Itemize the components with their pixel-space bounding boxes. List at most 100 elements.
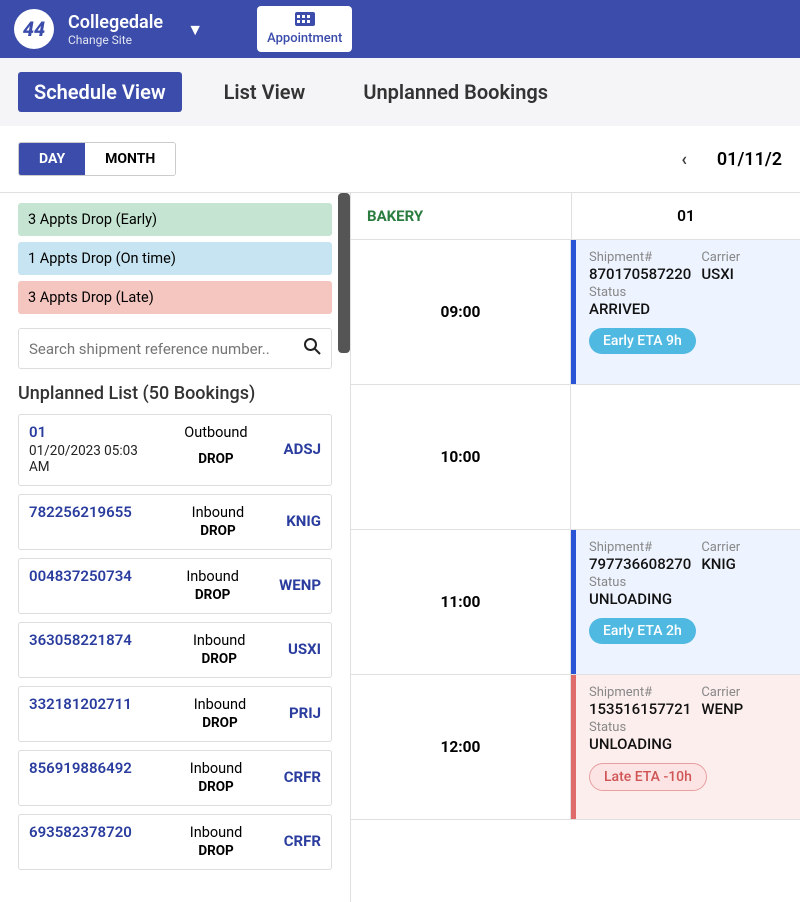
booking-carrier: CRFR [284,768,321,786]
eta-badge: Late ETA -10h [589,763,707,791]
shipment-label: Shipment# [589,685,691,700]
booking-carrier: USXI [288,640,321,658]
booking-id: 01 [29,423,148,441]
status-label: Status [589,575,791,590]
shipment-label: Shipment# [589,540,691,555]
carrier-code: KNIG [701,555,791,573]
carrier-label: Carrier [701,250,791,265]
chevron-down-icon: ▼ [187,20,203,40]
prev-day-button[interactable]: ‹ [681,149,687,170]
booking-drop: DROP [156,779,275,795]
tab-schedule-view[interactable]: Schedule View [18,72,182,112]
main-content: 3 Appts Drop (Early) 1 Appts Drop (On ti… [0,192,800,902]
search-icon [303,337,321,360]
appointment-button[interactable]: Appointment [257,6,352,52]
shipment-number: 797736608270 [589,555,691,573]
schedule-grid: BAKERY 01 09:00Shipment#870170587220Carr… [350,192,800,902]
shipment-number: 153516157721 [589,700,691,718]
status-stripe [571,240,576,384]
toggle-month[interactable]: MONTH [85,143,175,175]
carrier-code: USXI [701,265,791,283]
carrier-code: WENP [701,700,791,718]
booking-id: 363058221874 [29,631,150,649]
booking-drop: DROP [156,843,275,859]
calendar-icon [295,10,315,29]
search-input[interactable] [29,340,303,358]
booking-drop: DROP [159,715,281,731]
carrier-label: Carrier [701,540,791,555]
filter-late[interactable]: 3 Appts Drop (Late) [18,281,332,314]
status-value: UNLOADING [589,590,791,608]
change-site-label: Change Site [68,33,163,47]
schedule-row: 09:00Shipment#870170587220CarrierUSXISta… [351,240,800,385]
booking-direction: Inbound [158,632,279,649]
day-month-toggle: DAY MONTH [18,142,176,176]
booking-drop: DROP [158,523,279,539]
scrollbar[interactable] [338,193,350,353]
site-name: Collegedale [68,12,163,33]
booking-id: 782256219655 [29,503,150,521]
shipment-label: Shipment# [589,250,691,265]
appointment-label: Appointment [267,31,342,46]
view-tabs: Schedule View List View Unplanned Bookin… [0,58,800,126]
tab-list-view[interactable]: List View [208,72,322,112]
unplanned-card[interactable]: 363058221874 Inbound USXI DROP [18,622,332,678]
day-column-header[interactable]: 01 [571,193,800,239]
booking-id: 332181202711 [29,695,151,713]
unplanned-card[interactable]: 01OutboundADSJ01/20/2023 05:03 AMDROP [18,414,332,486]
eta-badge: Early ETA 2h [589,618,696,644]
booking-id: 856919886492 [29,759,148,777]
booking-drop: DROP [158,651,279,667]
booking-drop: DROP [156,451,275,467]
booking-direction: Inbound [158,504,279,521]
current-date: 01/11/2 [717,149,782,170]
appointment-cell [571,385,800,529]
status-label: Status [589,285,791,300]
appointment-cell[interactable]: Shipment#870170587220CarrierUSXIStatusAR… [571,240,800,384]
search-box[interactable] [18,328,332,369]
unplanned-card[interactable]: 782256219655 Inbound KNIG DROP [18,494,332,550]
carrier-label: Carrier [701,685,791,700]
toolbar: DAY MONTH ‹ 01/11/2 [0,126,800,192]
tab-unplanned-bookings[interactable]: Unplanned Bookings [347,72,564,112]
resource-label: BAKERY [351,193,571,239]
unplanned-card[interactable]: 693582378720 Inbound CRFR DROP [18,814,332,870]
unplanned-card[interactable]: 332181202711 Inbound PRIJ DROP [18,686,332,742]
status-value: ARRIVED [589,300,791,318]
toggle-day[interactable]: DAY [19,143,85,175]
booking-carrier: WENP [279,576,321,594]
unplanned-list-title: Unplanned List (50 Bookings) [18,383,332,404]
booking-id: 004837250734 [29,567,146,585]
schedule-row: 10:00 [351,385,800,530]
booking-direction: Outbound [156,424,275,441]
time-cell: 10:00 [351,385,571,529]
appointment-cell[interactable]: Shipment#153516157721 CarrierWENP StatusUN… [571,675,800,819]
eta-badge: Early ETA 9h [589,328,696,354]
booking-direction: Inbound [156,760,275,777]
status-stripe [571,530,576,674]
sidebar: 3 Appts Drop (Early) 1 Appts Drop (On ti… [0,192,350,902]
booking-carrier: PRIJ [289,704,321,722]
booking-direction: Inbound [156,824,275,841]
booking-carrier: CRFR [284,832,321,850]
filter-early[interactable]: 3 Appts Drop (Early) [18,203,332,236]
status-label: Status [589,720,791,735]
unplanned-card[interactable]: 004837250734InboundWENPDROP [18,558,332,614]
logo: 44 [14,9,54,49]
booking-id: 693582378720 [29,823,148,841]
site-selector[interactable]: Collegedale Change Site ▼ [68,12,203,47]
status-value: UNLOADING [589,735,791,753]
booking-carrier: KNIG [286,512,321,530]
time-cell: 09:00 [351,240,571,384]
schedule-row: 12:00 Shipment#153516157721 CarrierWENP Sta… [351,675,800,820]
appointment-cell[interactable]: Shipment#797736608270 CarrierKNIG StatusUN… [571,530,800,674]
top-header: 44 Collegedale Change Site ▼ Appointment [0,0,800,58]
schedule-row: 11:00Shipment#797736608270CarrierKNIGSta… [351,530,800,675]
booking-direction: Inbound [154,568,271,585]
filter-ontime[interactable]: 1 Appts Drop (On time) [18,242,332,275]
date-navigator: ‹ 01/11/2 [681,149,782,170]
time-cell: 12:00 [351,675,571,819]
schedule-header: BAKERY 01 [351,193,800,240]
booking-direction: Inbound [159,696,281,713]
unplanned-card[interactable]: 856919886492 Inbound CRFR DROP [18,750,332,806]
